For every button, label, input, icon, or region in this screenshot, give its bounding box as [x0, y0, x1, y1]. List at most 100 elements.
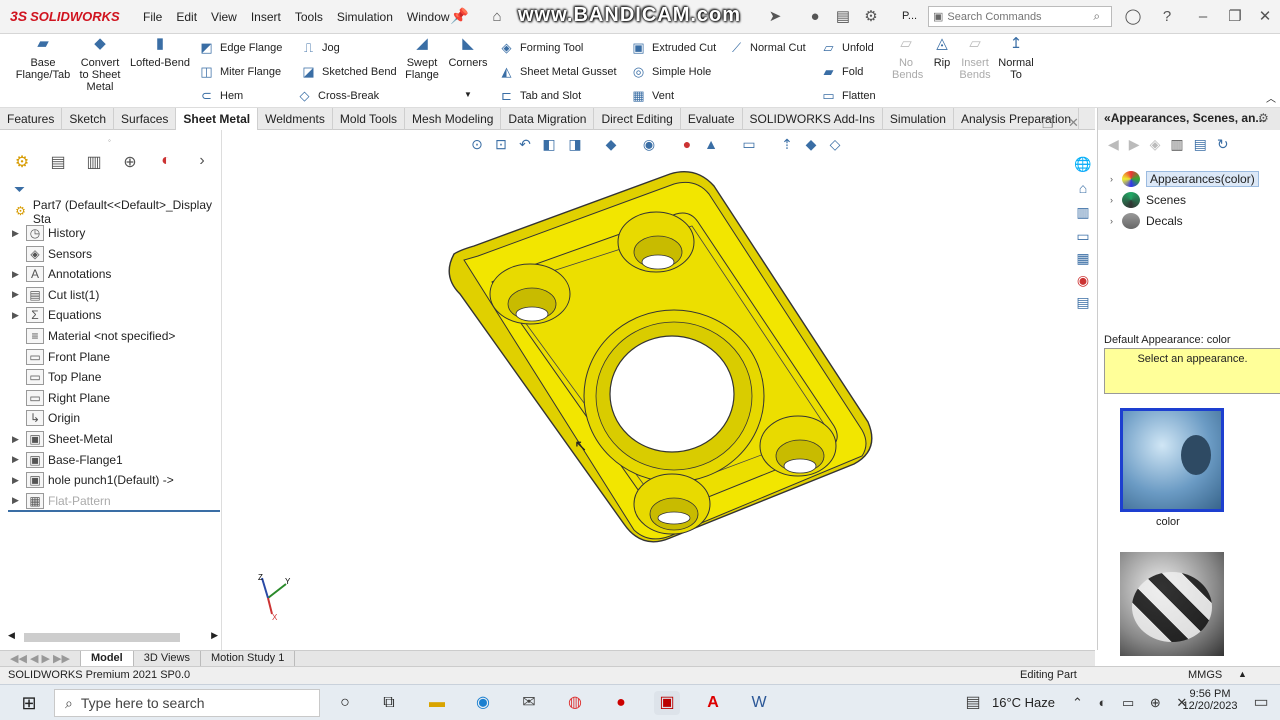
fold-button[interactable]: ▰ Fold: [820, 62, 864, 82]
edge-icon[interactable]: ◉: [470, 691, 496, 715]
search-input[interactable]: [943, 10, 1094, 23]
solidworks-logo[interactable]: 3S SOLIDWORKS: [10, 8, 120, 24]
menu-insert[interactable]: Insert: [244, 10, 288, 24]
home-icon[interactable]: ⌂: [1072, 180, 1094, 200]
expand-arrow-icon[interactable]: ›: [1110, 216, 1122, 226]
weather-icon[interactable]: ▤: [960, 691, 986, 715]
system-tray-icons[interactable]: ⌃ ◐ ▭ ⊕ ✕: [1072, 695, 1193, 711]
task-pane-node[interactable]: › Scenes: [1110, 191, 1186, 209]
menu-edit[interactable]: Edit: [169, 10, 204, 24]
menu-window[interactable]: Window: [400, 10, 457, 24]
task-pane-node[interactable]: › Decals: [1110, 212, 1183, 230]
file-explorer-icon[interactable]: ▭: [1072, 228, 1094, 248]
sheet-metal-part[interactable]: [434, 164, 894, 554]
appearance-swatch-color[interactable]: [1120, 408, 1224, 512]
tree-node[interactable]: ▶ Σ Equations: [12, 306, 101, 324]
expand-arrow-icon[interactable]: ›: [1110, 174, 1122, 184]
home-icon[interactable]: ⌂: [488, 8, 506, 26]
expand-arrow-icon[interactable]: ›: [1110, 195, 1122, 205]
insert-bends-button[interactable]: ▱ Insert Bends: [958, 36, 992, 81]
menu-view[interactable]: View: [204, 10, 244, 24]
collapse-icon[interactable]: «: [1104, 111, 1111, 125]
miter-flange-button[interactable]: ◫ Miter Flange: [198, 62, 281, 82]
restore-icon[interactable]: ❐: [1226, 8, 1244, 26]
folder-icon[interactable]: ▤: [1194, 136, 1207, 153]
zoom-area-icon[interactable]: ⊡: [492, 136, 510, 154]
tree-node[interactable]: ≡ Material <not specified>: [12, 327, 175, 345]
tab-data-migration[interactable]: Data Migration: [501, 108, 595, 130]
view-orientation-icon[interactable]: ◆: [602, 136, 620, 154]
bandicam-icon[interactable]: ●: [608, 691, 634, 715]
acrobat-icon[interactable]: A: [700, 691, 726, 715]
expand-arrow-icon[interactable]: ▶: [12, 289, 26, 300]
windows-search[interactable]: ⌕ Type here to search: [54, 689, 320, 717]
graphics-area[interactable]: ⊙ ⊡ ↶ ◧ ◨ ◆ ◉ ● ▲ ▭ ⇡ ◆ ◇ ❐ ✕ ↖ Z Y X: [222, 115, 1095, 650]
cortana-icon[interactable]: ○: [332, 691, 358, 715]
tab-mold-tools[interactable]: Mold Tools: [333, 108, 406, 130]
search-icon[interactable]: ⌕: [1093, 9, 1100, 24]
unfold-button[interactable]: ▱ Unfold: [820, 38, 874, 58]
tree-node[interactable]: ▶ ▣ Sheet-Metal: [12, 430, 113, 448]
jog-button[interactable]: ⎍ Jog: [300, 38, 340, 58]
view-settings-icon[interactable]: ▭: [740, 136, 758, 154]
scroll-right-icon[interactable]: ▶: [211, 630, 218, 641]
hide-show-icon[interactable]: ⇡: [778, 136, 796, 154]
menu-tools[interactable]: Tools: [288, 10, 330, 24]
previous-view-icon[interactable]: ↶: [516, 136, 534, 154]
expand-arrow-icon[interactable]: ▶: [12, 475, 26, 486]
flatten-button[interactable]: ▭ Flatten: [820, 86, 875, 106]
rollback-bar[interactable]: [8, 510, 220, 512]
weather-text[interactable]: 16°C Haze: [992, 695, 1055, 710]
expand-arrow-icon[interactable]: ▶: [12, 495, 26, 506]
design-library-icon[interactable]: ▥: [1072, 204, 1094, 224]
bottom-tab-motion-study-1[interactable]: Motion Study 1: [201, 651, 296, 666]
panel-grip-icon[interactable]: ◦: [108, 136, 111, 145]
tree-node[interactable]: ▶ ▤ Cut list(1): [12, 286, 99, 304]
windows-start-icon[interactable]: ⊞: [16, 691, 42, 715]
panel-more-icon[interactable]: ›: [190, 152, 214, 174]
solidworks-resources-icon[interactable]: 🌐: [1072, 156, 1094, 176]
scroll-thumb[interactable]: [24, 633, 180, 642]
word-icon[interactable]: W: [746, 691, 772, 715]
display-style-icon[interactable]: ◉: [640, 136, 658, 154]
window-restore-icon[interactable]: ❐: [1042, 116, 1054, 132]
tree-node[interactable]: ▶ A Annotations: [12, 265, 111, 283]
configuration-manager-icon[interactable]: ▥: [82, 152, 106, 174]
tree-root[interactable]: ⚙ Part7 (Default<<Default>_Display Sta: [12, 198, 221, 226]
notifications-icon[interactable]: ▭: [1248, 691, 1274, 715]
tab-solidworks-add-ins[interactable]: SOLIDWORKS Add-Ins: [743, 108, 883, 130]
clock[interactable]: 9:56 PM 12/20/2023: [1180, 688, 1240, 712]
solidworks-task-icon[interactable]: ▣: [654, 691, 680, 715]
filter-icon[interactable]: ⏷: [14, 181, 25, 198]
feature-manager-icon[interactable]: ⚙: [10, 152, 34, 174]
units-dropdown-icon[interactable]: ▲: [1238, 669, 1247, 679]
forward-icon[interactable]: ▶: [1129, 136, 1140, 153]
dynamic-annotation-icon[interactable]: ◨: [566, 136, 584, 154]
tree-node[interactable]: ↳ Origin: [12, 409, 80, 427]
no-bends-button[interactable]: ▱ No Bends: [892, 36, 923, 81]
base-flange-button[interactable]: ▰ Base Flange/Tab: [12, 36, 74, 81]
file-explorer-icon[interactable]: ▬: [424, 691, 450, 715]
appearance-icon[interactable]: ◈: [1150, 136, 1161, 153]
minimize-icon[interactable]: –: [1194, 8, 1212, 26]
search-commands[interactable]: ▣ ⌕: [928, 6, 1112, 27]
titlebar-extra[interactable]: P...: [902, 10, 917, 22]
tree-node[interactable]: ◈ Sensors: [12, 245, 92, 263]
mail-icon[interactable]: ✉: [516, 691, 542, 715]
tree-node[interactable]: ▭ Top Plane: [12, 368, 101, 386]
tab-sheet-metal[interactable]: Sheet Metal: [176, 108, 259, 130]
menu-file[interactable]: File: [136, 10, 169, 24]
tab-weldments[interactable]: Weldments: [258, 108, 333, 130]
edge-flange-button[interactable]: ◩ Edge Flange: [198, 38, 282, 58]
tab-sketch[interactable]: Sketch: [62, 108, 115, 130]
tree-node[interactable]: ▶ ▦ Flat-Pattern: [12, 492, 111, 510]
corners-button[interactable]: ◣ Corners: [448, 36, 488, 69]
tab-slot-button[interactable]: ⊏ Tab and Slot: [498, 86, 581, 106]
close-icon[interactable]: ✕: [1256, 8, 1274, 26]
normal-to-button[interactable]: ↥ Normal To: [996, 36, 1036, 81]
simple-hole-button[interactable]: ◎ Simple Hole: [630, 62, 711, 82]
tab-analysis-preparation[interactable]: Analysis Preparation: [954, 108, 1080, 130]
tab-surfaces[interactable]: Surfaces: [114, 108, 177, 130]
gusset-button[interactable]: ◭ Sheet Metal Gusset: [498, 62, 617, 82]
vent-button[interactable]: ▦ Vent: [630, 86, 674, 106]
